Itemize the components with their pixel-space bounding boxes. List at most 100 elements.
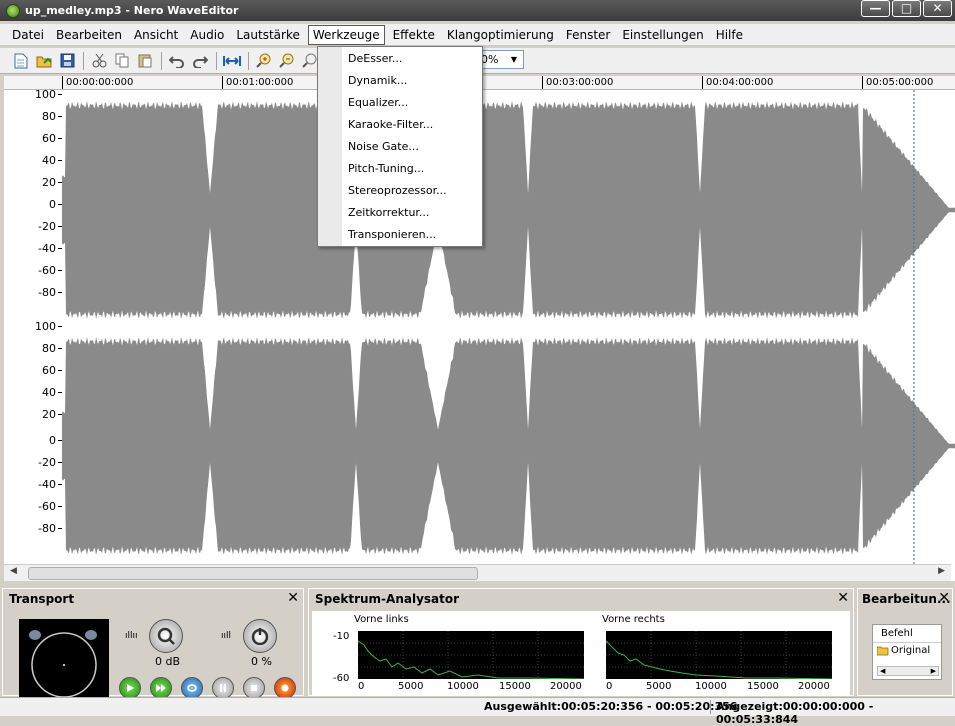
spectrum-x-tick: 5000 [398,681,424,692]
y-tick: -60 [38,264,62,277]
maximize-button[interactable]: □ [892,0,921,17]
record-button[interactable] [274,677,296,699]
menu-datei[interactable]: Datei [8,26,48,44]
play-selection-button[interactable] [150,677,172,699]
y-tick: 100 [35,320,62,333]
close-icon[interactable]: ✕ [938,590,950,606]
jog-wheel-display[interactable] [19,619,109,698]
scrollbar-thumb[interactable] [28,567,478,580]
zoom-out-icon[interactable] [276,50,298,72]
spectrum-x-tick: 10000 [447,681,479,692]
spectrum-right-graph[interactable] [606,631,832,679]
pan-knob[interactable] [243,619,277,653]
new-file-icon[interactable] [10,50,32,72]
open-file-icon[interactable] [33,50,55,72]
spectrum-body: Vorne links Vorne rechts -10 -60 0 5000 … [312,611,850,695]
spectrum-x-tick: 20000 [798,681,830,692]
ruler-tick: 00:05:00:000 [862,76,933,89]
window-title: up_medley.mp3 - Nero WaveEditor [25,4,239,17]
y-tick: 20 [42,176,62,189]
menu-effekte[interactable]: Effekte [389,26,439,44]
spectrum-x-tick: 20000 [550,681,582,692]
save-icon[interactable] [56,50,78,72]
redo-icon[interactable] [189,50,211,72]
close-icon[interactable]: ✕ [287,590,299,606]
menu-lautstaerke[interactable]: Lautstärke [232,26,304,44]
cut-icon[interactable] [88,50,110,72]
bottom-panels: Transport ✕ ıllıı 0 dB ııll 0 % Spektrum… [0,588,955,699]
ruler-tick: 00:03:00:000 [542,76,613,89]
zoom-value: 0% [481,53,499,66]
paste-icon[interactable] [134,50,156,72]
y-tick: -60 [38,500,62,513]
menu-audio[interactable]: Audio [186,26,228,44]
stop-button[interactable] [243,677,265,699]
toolbar-separator [216,51,217,70]
y-tick: -40 [38,242,62,255]
spectrum-y-tick: -10 [333,631,350,642]
menu-item-karaoke-filter[interactable]: Karaoke-Filter... [348,114,433,136]
waveform-display[interactable] [62,90,955,565]
spectrum-right-label: Vorne rechts [602,614,665,625]
menu-hilfe[interactable]: Hilfe [712,26,747,44]
werkzeuge-dropdown: DeEsser... Dynamik... Equalizer... Karao… [317,46,483,247]
menu-klangoptimierung[interactable]: Klangoptimierung [443,26,558,44]
loop-button[interactable] [181,677,203,699]
spectrum-x-tick: 0 [606,681,613,692]
history-item[interactable]: Original [873,643,941,658]
menu-item-dynamik[interactable]: Dynamik... [348,70,407,92]
menu-item-equalizer[interactable]: Equalizer... [348,92,408,114]
close-icon[interactable]: ✕ [837,590,849,606]
menu-item-stereoprozessor[interactable]: Stereoprozessor... [348,180,447,202]
menu-item-transponieren[interactable]: Transponieren... [348,224,436,246]
minimize-button[interactable]: — [861,0,890,17]
menu-item-zeitkorrektur[interactable]: Zeitkorrektur... [348,202,429,224]
scroll-right-icon[interactable]: ▶ [938,566,945,576]
ruler-tick: 00:04:00:000 [702,76,773,89]
toolbar-separator [83,51,84,70]
y-tick: -20 [38,456,62,469]
horizontal-scrollbar[interactable]: ◀ ▶ [4,564,951,581]
spectrum-left-label: Vorne links [354,614,409,625]
history-list[interactable]: Befehl Original ◀ ▶ [872,624,942,680]
spectrum-x-tick: 15000 [747,681,779,692]
menu-bearbeiten[interactable]: Bearbeiten [52,26,126,44]
scroll-left-icon[interactable]: ◀ [10,566,17,576]
chevron-down-icon[interactable]: ▼ [507,52,521,67]
transport-title: Transport [9,592,75,606]
y-tick: 20 [42,408,62,421]
zoom-combo[interactable]: 0% ▼ [476,50,524,69]
y-tick: 80 [42,342,62,355]
menu-ansicht[interactable]: Ansicht [130,26,182,44]
ruler-tick: 00:00:00:000 [62,76,133,89]
pause-button[interactable] [212,677,234,699]
scroll-left-icon[interactable]: ◀ [880,667,885,676]
menu-item-pitch-tuning[interactable]: Pitch-Tuning... [348,158,424,180]
fit-selection-icon[interactable] [221,50,243,72]
menu-werkzeuge[interactable]: Werkzeuge [307,24,385,45]
menu-einstellungen[interactable]: Einstellungen [618,26,707,44]
y-tick: 100 [35,88,62,101]
y-tick: -80 [38,522,62,535]
menu-item-noise-gate[interactable]: Noise Gate... [348,136,419,158]
status-bar: Ausgewählt:00:05:20:356 - 00:05:20:356 A… [0,697,955,726]
menu-fenster[interactable]: Fenster [562,26,615,44]
status-separator [710,700,711,714]
window-controls: — □ ✕ [861,0,952,17]
undo-icon[interactable] [166,50,188,72]
close-button[interactable]: ✕ [923,0,952,17]
history-list-header: Befehl [873,625,941,643]
zoom-in-icon[interactable] [253,50,275,72]
spectrum-left-graph[interactable] [358,631,584,679]
history-scrollbar[interactable]: ◀ ▶ [877,666,939,676]
y-tick: -80 [38,286,62,299]
volume-meter-icon: ıllıı [125,631,138,641]
volume-knob[interactable] [149,619,183,653]
transport-panel: Transport ✕ ıllıı 0 dB ııll 0 % [2,588,304,699]
scroll-right-icon[interactable]: ▶ [931,667,936,676]
y-tick: 0 [49,434,62,447]
menu-item-deesser[interactable]: DeEsser... [348,48,402,70]
play-button[interactable] [119,677,141,699]
volume-value: 0 dB [155,655,181,668]
copy-icon[interactable] [111,50,133,72]
